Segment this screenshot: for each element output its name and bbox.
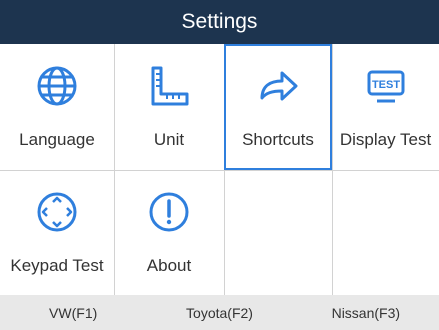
language-tile[interactable]: Language [0,44,114,170]
empty-tile [224,170,332,295]
display-test-label: Display Test [339,130,432,149]
language-label: Language [19,130,95,149]
nissan-f3-button[interactable]: Nissan(F3) [293,305,439,321]
toyota-f2-button[interactable]: Toyota(F2) [146,305,292,321]
about-tile[interactable]: About [114,170,224,295]
title-bar: Settings [0,0,439,44]
unit-tile[interactable]: Unit [114,44,224,170]
empty-tile [332,170,439,295]
share-arrow-icon [254,62,302,110]
globe-icon [33,62,81,110]
about-label: About [146,256,192,275]
info-exclamation-icon [145,188,193,236]
display-test-tile[interactable]: TEST Display Test [332,44,439,170]
unit-label: Unit [153,130,185,149]
settings-screen: Settings Language Unit Shortcuts TEST Di… [0,0,439,330]
grid-divider [0,170,439,171]
dpad-icon [33,188,81,236]
svg-text:TEST: TEST [371,79,399,91]
page-title: Settings [181,10,258,33]
shortcuts-label: Shortcuts [242,130,314,149]
keypad-test-label: Keypad Test [10,256,104,275]
keypad-test-tile[interactable]: Keypad Test [0,170,114,295]
test-screen-icon: TEST [362,62,410,110]
function-key-bar: VW(F1) Toyota(F2) Nissan(F3) [0,295,439,330]
vw-f1-button[interactable]: VW(F1) [0,305,146,321]
ruler-icon [145,62,193,110]
shortcuts-tile[interactable]: Shortcuts [224,44,332,170]
